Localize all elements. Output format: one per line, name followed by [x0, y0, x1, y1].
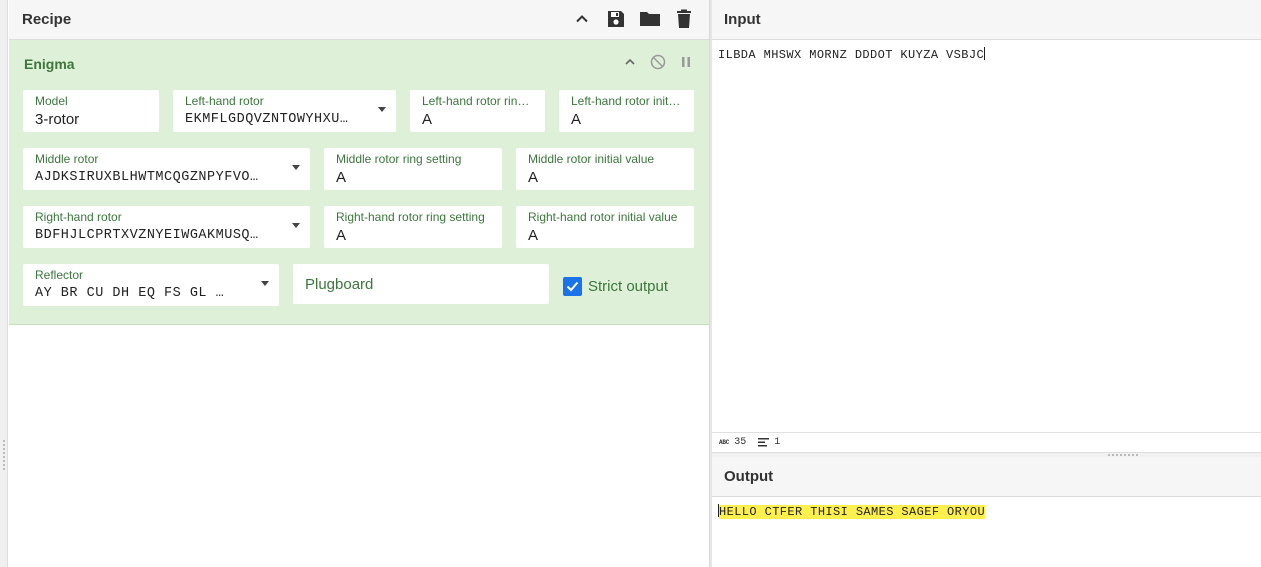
middle-rotor-label: Middle rotor [35, 153, 99, 166]
right-rotor-label: Right-hand rotor [35, 211, 122, 224]
model-value: 3-rotor [35, 111, 80, 128]
recipe-title: Recipe [22, 11, 72, 28]
output-panel: Output HELLO CTFER THISI SAMES SAGEF ORY… [712, 457, 1261, 567]
left-rotor-select[interactable]: Left-hand rotor EKMFLGDQVZNTOWYHXU… [173, 90, 396, 132]
output-text: HELLO CTFER THISI SAMES SAGEF ORYOU [719, 505, 986, 519]
left-ring-label: Left-hand rotor ring … [422, 95, 533, 108]
right-ring-field[interactable]: Right-hand rotor ring setting A [324, 206, 502, 248]
operation-controls [621, 53, 695, 71]
left-initial-field[interactable]: Left-hand rotor initial… A [559, 90, 694, 132]
left-initial-label: Left-hand rotor initial… [571, 95, 682, 108]
resize-handle[interactable] [3, 440, 5, 470]
length-status: ABC 35 [719, 437, 746, 448]
right-ring-value: A [336, 227, 347, 244]
right-initial-label: Right-hand rotor initial value [528, 211, 678, 224]
input-header: Input [712, 0, 1261, 40]
middle-ring-field[interactable]: Middle rotor ring setting A [324, 148, 502, 190]
input-status-bar: ABC 35 1 [712, 432, 1261, 452]
output-header: Output [712, 457, 1261, 497]
middle-rotor-select[interactable]: Middle rotor AJDKSIRUXBLHWTMCQGZNPYFVO… [23, 148, 310, 190]
operation-title: Enigma [24, 56, 75, 72]
middle-initial-value: A [528, 169, 539, 186]
plugboard-input[interactable]: Plugboard [293, 264, 549, 304]
chevron-up-icon[interactable] [569, 6, 595, 32]
disable-icon[interactable] [649, 53, 667, 71]
left-gutter [0, 0, 8, 567]
reflector-value: AY BR CU DH EQ FS GL … [35, 286, 225, 301]
chevron-down-icon [378, 107, 386, 112]
input-textarea[interactable]: ILBDA MHSWX MORNZ DDDOT KUYZA VSBJC [712, 40, 1261, 69]
enigma-operation: Enigma Model 3-rotor Left-hand rotor EKM… [9, 40, 709, 325]
trash-icon[interactable] [671, 6, 697, 32]
left-initial-value: A [571, 111, 582, 128]
model-select[interactable]: Model 3-rotor [23, 90, 159, 132]
recipe-panel: Recipe Enigma Model 3-rotor Left-hand ro… [9, 0, 709, 567]
right-rotor-select[interactable]: Right-hand rotor BDFHJLCPRTXVZNYEIWGAKMU… [23, 206, 310, 248]
strict-output-label: Strict output [588, 278, 669, 295]
reflector-select[interactable]: Reflector AY BR CU DH EQ FS GL … [23, 264, 279, 306]
left-ring-field[interactable]: Left-hand rotor ring … A [410, 90, 545, 132]
resize-handle[interactable] [1108, 454, 1138, 456]
reflector-label: Reflector [35, 269, 84, 282]
recipe-header: Recipe [9, 0, 709, 40]
chevron-down-icon [292, 223, 300, 228]
lines-icon [758, 438, 770, 447]
right-initial-field[interactable]: Right-hand rotor initial value A [516, 206, 694, 248]
text-cursor [984, 47, 986, 60]
middle-rotor-value: AJDKSIRUXBLHWTMCQGZNPYFVO… [35, 170, 259, 185]
left-rotor-value: EKMFLGDQVZNTOWYHXU… [185, 112, 349, 127]
middle-initial-field[interactable]: Middle rotor initial value A [516, 148, 694, 190]
folder-icon[interactable] [637, 6, 663, 32]
right-ring-label: Right-hand rotor ring setting [336, 211, 485, 224]
output-title: Output [724, 468, 774, 485]
lines-status: 1 [758, 437, 780, 448]
chevron-down-icon [261, 281, 269, 286]
right-rotor-value: BDFHJLCPRTXVZNYEIWGAKMUSQ… [35, 228, 259, 243]
cyberchef-app: Recipe Enigma Model 3-rotor Left-hand ro… [0, 0, 1261, 567]
input-panel: Input ILBDA MHSWX MORNZ DDDOT KUYZA VSBJ… [712, 0, 1261, 454]
model-label: Model [35, 95, 68, 108]
abc-icon: ABC [719, 439, 730, 446]
left-rotor-label: Left-hand rotor [185, 95, 264, 108]
middle-ring-label: Middle rotor ring setting [336, 153, 462, 166]
output-textarea[interactable]: HELLO CTFER THISI SAMES SAGEF ORYOU [712, 497, 1261, 526]
middle-ring-value: A [336, 169, 347, 186]
left-ring-value: A [422, 111, 433, 128]
checkbox-checked-icon[interactable] [563, 277, 582, 296]
right-initial-value: A [528, 227, 539, 244]
length-value: 35 [734, 437, 747, 448]
plugboard-placeholder: Plugboard [305, 275, 374, 293]
strict-output-toggle[interactable]: Strict output [563, 277, 668, 296]
chevron-up-icon[interactable] [621, 53, 639, 71]
lines-value: 1 [774, 437, 781, 448]
input-text: ILBDA MHSWX MORNZ DDDOT KUYZA VSBJC [718, 48, 985, 62]
recipe-actions [569, 6, 697, 32]
pause-icon[interactable] [677, 53, 695, 71]
middle-initial-label: Middle rotor initial value [528, 153, 655, 166]
save-icon[interactable] [603, 6, 629, 32]
input-title: Input [724, 11, 761, 28]
chevron-down-icon [292, 165, 300, 170]
